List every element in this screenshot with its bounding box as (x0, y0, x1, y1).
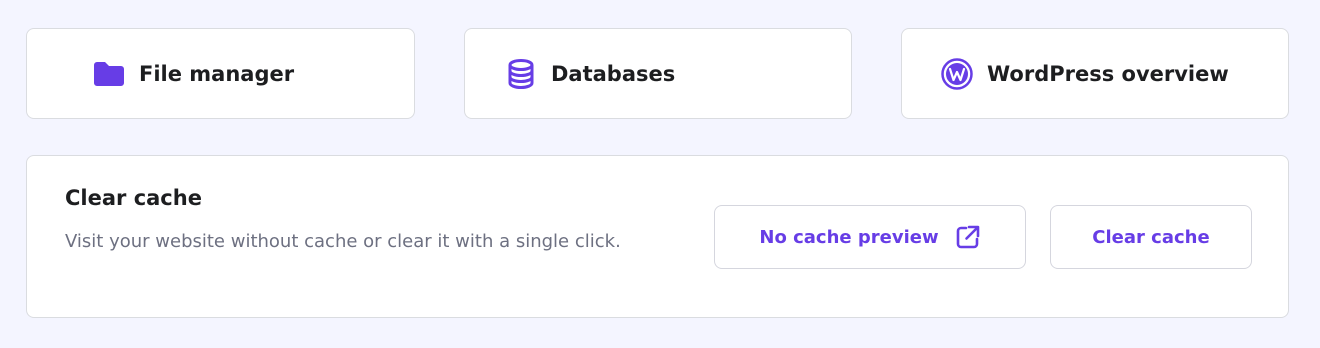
databases-card[interactable]: Databases (464, 28, 852, 119)
wordpress-overview-label: WordPress overview (987, 61, 1229, 86)
clear-cache-description: Visit your website without cache or clea… (65, 231, 621, 252)
wordpress-overview-card[interactable]: WordPress overview (901, 28, 1289, 119)
clear-cache-panel: Clear cache Visit your website without c… (26, 155, 1289, 318)
folder-icon (93, 58, 125, 90)
databases-label: Databases (551, 61, 676, 86)
file-manager-card[interactable]: File manager (26, 28, 415, 119)
no-cache-preview-label: No cache preview (759, 226, 939, 248)
clear-cache-title: Clear cache (65, 186, 202, 210)
database-icon (505, 58, 537, 90)
file-manager-label: File manager (139, 61, 295, 86)
wordpress-icon (941, 57, 973, 90)
clear-cache-button-label: Clear cache (1092, 226, 1210, 248)
clear-cache-button[interactable]: Clear cache (1050, 205, 1252, 269)
no-cache-preview-button[interactable]: No cache preview (714, 205, 1026, 269)
external-link-icon (955, 224, 981, 250)
